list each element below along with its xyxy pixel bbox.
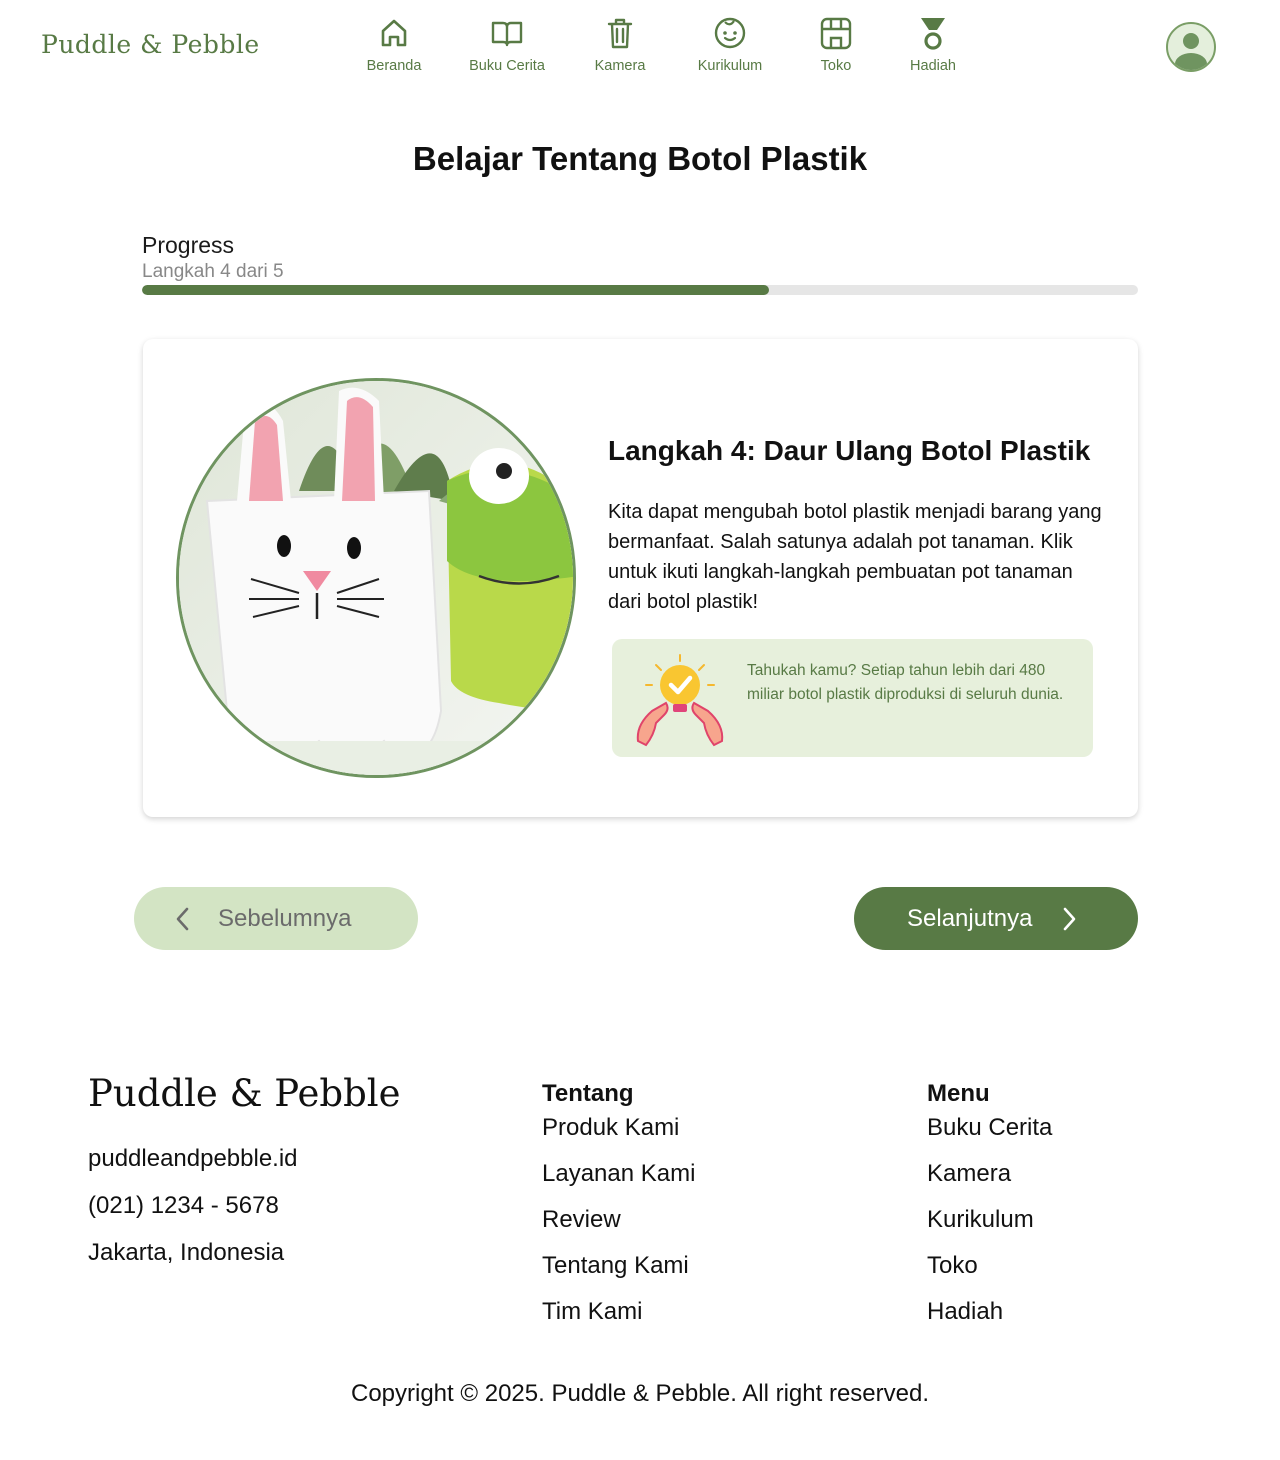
footer-menu-column: Menu Buku Cerita Kamera Kurikulum Toko H…: [927, 1080, 1052, 1344]
progress-step-text: Langkah 4 dari 5: [142, 261, 284, 282]
nav-item-toko[interactable]: Toko: [819, 14, 853, 74]
next-button-label: Selanjutnya: [907, 904, 1033, 932]
nav-item-kurikulum[interactable]: Kurikulum: [698, 14, 762, 74]
footer-link-tentang-kami[interactable]: Tentang Kami: [542, 1252, 695, 1298]
footer-link-kurikulum[interactable]: Kurikulum: [927, 1206, 1052, 1252]
footer-phone: (021) 1234 - 5678: [88, 1192, 279, 1219]
nav-label: Toko: [820, 58, 852, 74]
lightbulb-hands-icon: [636, 654, 724, 747]
progress-bar-fill: [142, 285, 770, 295]
footer-link-toko[interactable]: Toko: [927, 1252, 1052, 1298]
footer-link-layanan-kami[interactable]: Layanan Kami: [542, 1160, 695, 1206]
child-face-icon: [714, 17, 746, 49]
footer-link-review[interactable]: Review: [542, 1206, 695, 1252]
nav-item-hadiah[interactable]: Hadiah: [910, 14, 956, 74]
nav-item-buku-cerita[interactable]: Buku Cerita: [469, 14, 545, 74]
footer-link-buku-cerita[interactable]: Buku Cerita: [927, 1114, 1052, 1160]
footer-website[interactable]: puddleandpebble.id: [88, 1145, 298, 1173]
next-button[interactable]: Selanjutnya: [854, 887, 1138, 950]
medal-icon: [921, 18, 945, 50]
previous-button[interactable]: Sebelumnya: [134, 887, 418, 950]
progress-bar: [142, 285, 1138, 295]
progress-title: Progress: [142, 232, 235, 258]
store-icon: [820, 17, 852, 50]
nav-label: Beranda: [366, 58, 422, 74]
previous-button-label: Sebelumnya: [218, 904, 352, 932]
step-card: Langkah 4: Daur Ulang Botol Plastik Kita…: [143, 339, 1138, 817]
nav-item-beranda[interactable]: Beranda: [367, 14, 421, 74]
copyright: Copyright © 2025. Puddle & Pebble. All r…: [350, 1380, 929, 1407]
nav-label: Kurikulum: [697, 58, 763, 74]
step-description: Kita dapat mengubah botol plastik menjad…: [608, 501, 1102, 613]
footer-about-column: Tentang Produk Kami Layanan Kami Review …: [542, 1080, 695, 1344]
footer-about-title: Tentang: [542, 1080, 634, 1107]
book-icon: [491, 21, 523, 47]
footer-link-tim-kami[interactable]: Tim Kami: [542, 1298, 695, 1344]
chevron-right-icon: [1064, 907, 1076, 930]
profile-button[interactable]: [1166, 22, 1216, 72]
nav-label: Hadiah: [910, 58, 956, 74]
page-title: Belajar Tentang Botol Plastik: [412, 140, 868, 177]
home-icon: [381, 19, 407, 47]
step-title: Langkah 4: Daur Ulang Botol Plastik: [608, 435, 1091, 466]
footer-link-kamera[interactable]: Kamera: [927, 1160, 1052, 1206]
footer-link-produk-kami[interactable]: Produk Kami: [542, 1114, 695, 1160]
footer-location: Jakarta, Indonesia: [88, 1239, 285, 1266]
header: Puddle & Pebble Beranda Buku Cerita Kame…: [0, 0, 1280, 100]
main-nav: Beranda Buku Cerita Kamera Kurikulum Tok…: [0, 14, 1280, 84]
footer-link-hadiah[interactable]: Hadiah: [927, 1298, 1052, 1344]
nav-label: Buku Cerita: [469, 58, 545, 74]
nav-label: Kamera: [594, 58, 646, 74]
chevron-left-icon: [176, 907, 189, 930]
nav-item-kamera[interactable]: Kamera: [595, 14, 645, 74]
trash-icon: [607, 18, 633, 49]
bottle-planter-photo: [176, 378, 576, 778]
footer-menu-title: Menu: [927, 1080, 990, 1107]
user-avatar-icon: [1175, 33, 1207, 70]
fun-fact-text: Tahukah kamu? Setiap tahun lebih dari 48…: [747, 662, 1064, 703]
fun-fact-box: Tahukah kamu? Setiap tahun lebih dari 48…: [612, 639, 1093, 757]
footer-brand: Puddle & Pebble: [88, 1072, 401, 1115]
